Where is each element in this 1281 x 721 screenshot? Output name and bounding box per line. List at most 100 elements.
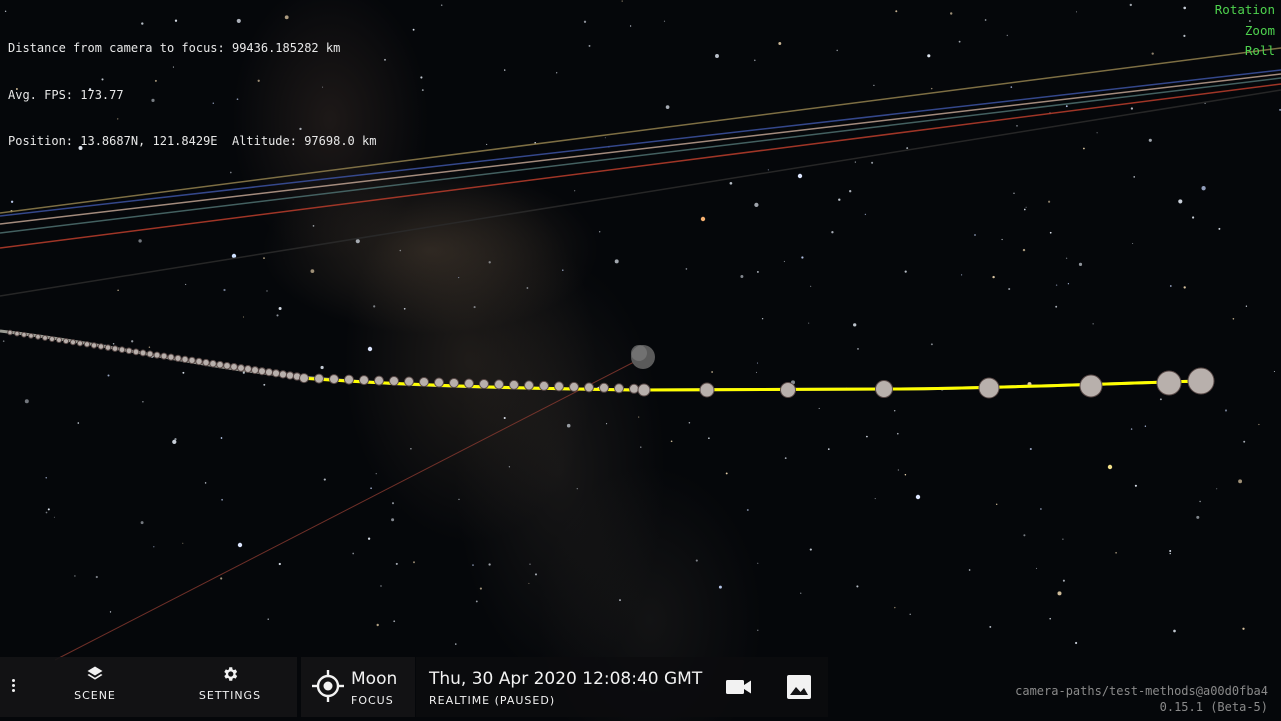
star <box>440 4 443 6</box>
star <box>107 374 110 377</box>
star <box>276 314 279 317</box>
settings-label: SETTINGS <box>198 689 262 702</box>
star <box>1199 500 1201 503</box>
time-mode[interactable]: REALTIME (PAUSED) <box>429 694 555 707</box>
star <box>138 239 142 243</box>
star <box>412 28 415 31</box>
star <box>1144 425 1147 427</box>
trajectory-marker <box>780 382 796 398</box>
star <box>756 362 759 364</box>
star <box>1065 105 1068 108</box>
star <box>663 20 666 22</box>
star <box>479 587 482 590</box>
star <box>47 508 50 511</box>
trajectory-marker <box>195 357 203 366</box>
trajectory-marker <box>1156 370 1182 396</box>
star <box>621 0 623 2</box>
star <box>583 20 587 23</box>
star <box>475 600 478 603</box>
star <box>783 260 785 263</box>
star <box>718 585 722 589</box>
position-readout: Position: 13.8687N, 121.8429E Altitude: … <box>8 134 377 148</box>
star <box>1169 552 1171 555</box>
datetime-display[interactable]: Thu, 30 Apr 2020 12:08:40 GMT <box>429 669 702 689</box>
star <box>526 287 529 289</box>
trajectory-marker <box>524 380 534 391</box>
star <box>588 44 591 47</box>
star <box>503 416 506 420</box>
star <box>185 283 187 285</box>
star <box>10 200 14 203</box>
star <box>836 49 838 52</box>
scene-label: SCENE <box>74 689 116 702</box>
star <box>740 275 744 278</box>
star <box>1049 617 1051 620</box>
star <box>1025 206 1027 208</box>
time-panel: Thu, 30 Apr 2020 12:08:40 GMT REALTIME (… <box>416 657 828 717</box>
star <box>866 435 868 438</box>
star <box>375 473 377 475</box>
star <box>220 577 223 580</box>
star <box>1062 579 1065 582</box>
star <box>761 318 764 320</box>
star <box>606 423 608 425</box>
star <box>614 259 619 264</box>
more-vert-icon[interactable] <box>6 677 20 697</box>
star <box>1192 216 1195 219</box>
star <box>556 72 558 74</box>
star <box>695 559 698 562</box>
star <box>242 316 245 318</box>
trajectory-marker <box>83 341 91 348</box>
star <box>45 477 47 479</box>
star <box>355 239 360 244</box>
trajectory-marker <box>21 331 27 338</box>
star <box>420 76 423 79</box>
star <box>1243 440 1246 443</box>
star <box>1062 538 1064 540</box>
3d-viewport[interactable]: Distance from camera to focus: 99436.185… <box>0 0 1281 721</box>
settings-button[interactable]: SETTINGS <box>192 665 268 709</box>
trajectory-marker <box>104 344 112 351</box>
screenshot-button[interactable] <box>783 671 815 703</box>
trajectory-marker <box>419 377 429 387</box>
star <box>455 643 457 645</box>
focus-selector[interactable]: Moon FOCUS <box>301 657 415 717</box>
star <box>1008 287 1011 291</box>
star <box>486 143 488 145</box>
trajectory-marker <box>359 375 369 386</box>
star <box>373 305 376 308</box>
star <box>458 498 460 501</box>
star <box>142 401 144 403</box>
camera-path-button[interactable] <box>723 671 755 703</box>
star <box>930 343 933 346</box>
star <box>1023 208 1026 211</box>
star <box>897 469 900 471</box>
star <box>599 231 601 233</box>
scene-button[interactable]: SCENE <box>68 665 122 709</box>
star <box>670 440 673 443</box>
star <box>221 498 223 501</box>
star <box>223 288 226 292</box>
trajectory-marker <box>244 365 252 373</box>
star <box>182 542 184 544</box>
star <box>320 365 324 370</box>
bright-star <box>700 216 706 222</box>
trajectory-marker <box>153 351 161 359</box>
trajectory-marker <box>111 345 119 352</box>
star <box>1183 6 1187 10</box>
star <box>904 474 907 476</box>
trajectory-marker <box>271 369 281 378</box>
star <box>856 585 859 588</box>
star <box>992 275 995 279</box>
star <box>458 277 460 279</box>
star <box>604 137 606 139</box>
star <box>263 257 265 259</box>
orbit-line <box>54 361 635 661</box>
star <box>380 585 382 587</box>
trajectory-marker <box>285 371 295 380</box>
star <box>961 274 963 276</box>
star <box>1232 318 1235 320</box>
star <box>1078 262 1083 266</box>
star <box>1238 479 1243 484</box>
main-toolbar: SCENE SETTINGS <box>0 657 297 717</box>
